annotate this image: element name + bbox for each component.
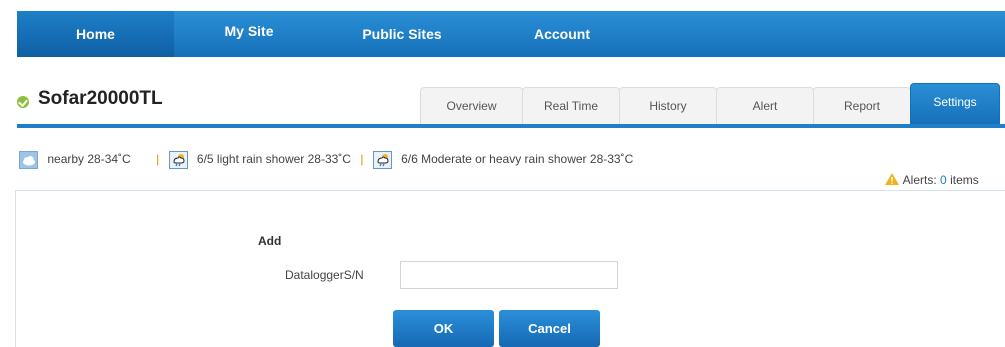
tab-alert[interactable]: Alert [716,87,814,124]
status-ok-icon [17,96,29,108]
datalogger-sn-input[interactable] [400,261,618,289]
weather-day2: 6/6 Moderate or heavy rain shower 28-33˚… [401,152,634,167]
alerts-summary: Alerts: 0 items [884,172,979,189]
weather-separator: | [156,152,160,167]
rain-shower-icon [372,151,392,169]
rain-shower-icon [168,151,188,169]
cancel-button[interactable]: Cancel [499,310,600,347]
tab-underline [17,124,1005,128]
alerts-count[interactable]: 0 [940,173,947,187]
site-title: Sofar20000TL [38,88,163,109]
tab-settings[interactable]: Settings [910,83,1000,124]
tab-history[interactable]: History [619,87,717,124]
ok-button[interactable]: OK [393,310,494,347]
nav-account[interactable]: Account [487,11,637,57]
form-title: Add [258,234,282,248]
alerts-suffix: items [950,173,979,187]
tab-real-time[interactable]: Real Time [522,87,620,124]
weather-strip: nearby 28-34˚C | 6/5 light rain shower 2… [19,151,633,169]
weather-nearby: nearby 28-34˚C [47,152,131,167]
nav-public-sites[interactable]: Public Sites [327,11,477,57]
nav-home[interactable]: Home [17,11,174,57]
weather-day1: 6/5 light rain shower 28-33˚C [196,152,351,167]
datalogger-sn-label: DataloggerS/N [285,268,364,282]
cloud-icon [19,151,38,169]
tab-bar: Overview Real Time History Alert Report … [420,83,1005,124]
nav-my-site[interactable]: My Site [189,11,309,57]
weather-separator: | [360,152,364,167]
top-nav: Home My Site Public Sites Account [17,11,1005,57]
alerts-prefix: Alerts: [902,173,937,187]
warning-icon [884,172,900,189]
tab-report[interactable]: Report [813,87,911,124]
tab-overview[interactable]: Overview [420,87,523,124]
